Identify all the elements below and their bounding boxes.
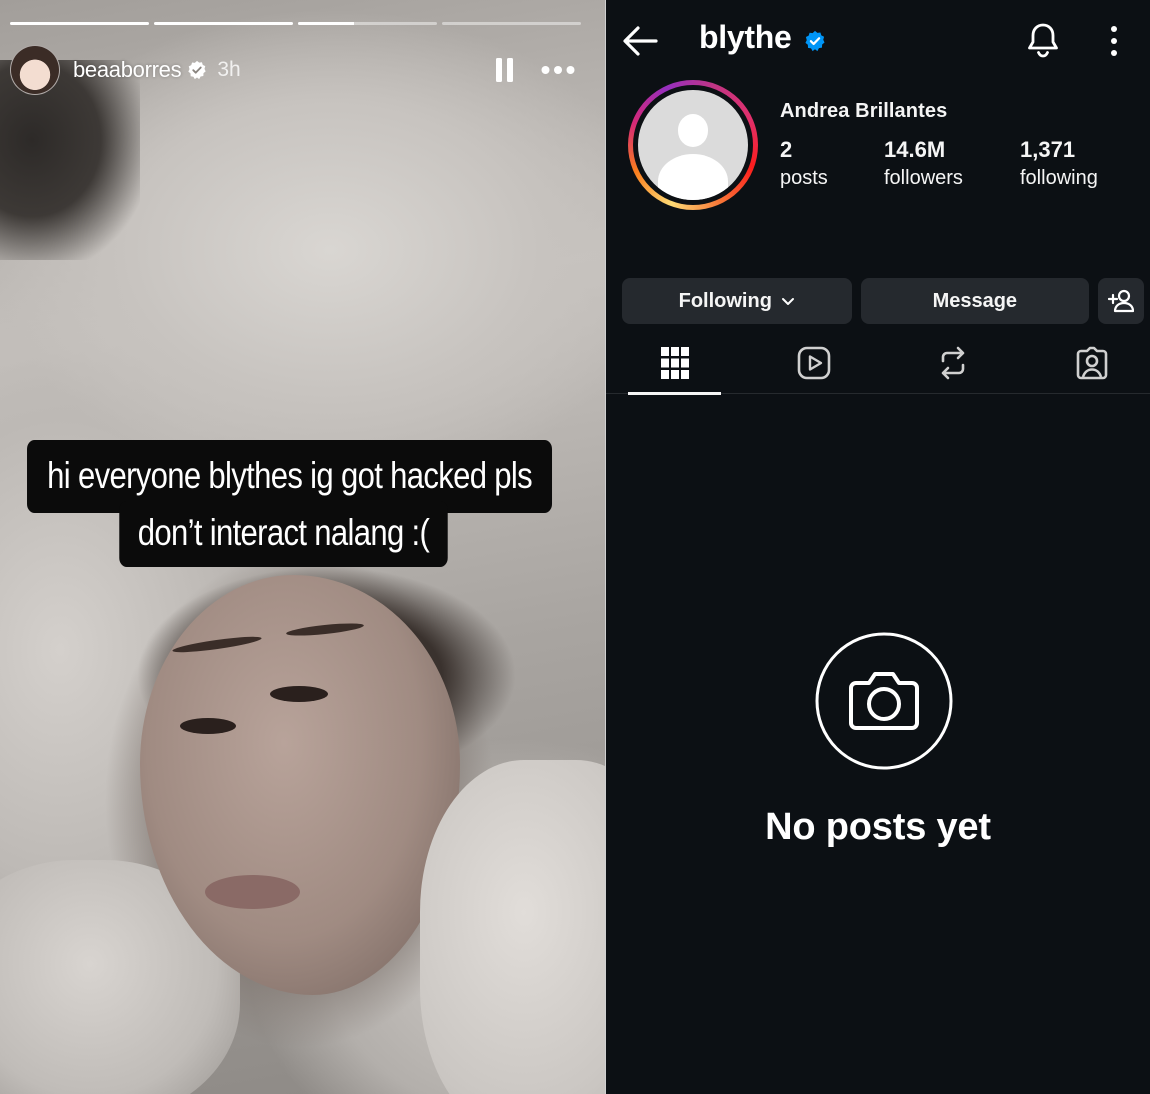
chevron-down-icon [781, 298, 794, 305]
following-button[interactable]: Following [622, 278, 852, 324]
stat-followers-count: 14.6M [884, 137, 946, 162]
verified-badge-icon [805, 30, 825, 52]
stat-followers[interactable]: 14.6M followers [884, 137, 963, 193]
story-photo-eye-left [180, 718, 236, 734]
reposts-icon [941, 346, 964, 380]
profile-actions: Following Message [622, 278, 1144, 324]
profile-view: blythe Andrea Brillantes 2 posts 14.6M f… [606, 0, 1150, 1094]
avatar-head [677, 114, 709, 148]
progress-fill [154, 22, 293, 25]
caption-line-2: don’t interact nalang :( [119, 501, 448, 567]
profile-tabs [606, 332, 1150, 395]
story-avatar[interactable] [10, 45, 60, 95]
story-photo-pillow-right [420, 760, 605, 1094]
tagged-icon [1076, 346, 1107, 380]
story-username[interactable]: beaaborres [73, 57, 182, 83]
following-button-label: Following [678, 289, 772, 312]
stat-following[interactable]: 1,371 following [1020, 137, 1098, 193]
tab-reels[interactable] [767, 332, 860, 394]
avatar-inner [633, 85, 753, 205]
tab-posts-grid[interactable] [628, 332, 721, 395]
story-photo-eye-right [270, 686, 328, 702]
story-progress-segment [442, 22, 581, 25]
story-progress-bar [10, 22, 581, 25]
camera-icon [815, 632, 953, 770]
story-progress-segment [154, 22, 293, 25]
grid-icon [660, 347, 689, 379]
add-person-icon [1108, 289, 1135, 313]
avatar-body [657, 153, 729, 200]
pause-icon[interactable] [495, 57, 515, 83]
default-avatar-icon [638, 90, 748, 200]
stat-following-label: following [1020, 167, 1098, 189]
story-timestamp: 3h [217, 58, 241, 81]
empty-state-text: No posts yet [765, 806, 991, 848]
stat-followers-label: followers [884, 167, 963, 189]
progress-fill [298, 22, 354, 25]
progress-fill [10, 22, 149, 25]
tab-tagged[interactable] [1045, 332, 1138, 394]
story-header: beaaborres 3h [10, 44, 575, 96]
story-progress-segment [10, 22, 149, 25]
message-button-label: Message [932, 289, 1018, 312]
stat-posts-label: posts [780, 167, 828, 189]
story-view[interactable]: beaaborres 3h hi everyone blythes ig got… [0, 0, 605, 1094]
story-photo-lips [205, 875, 300, 909]
story-caption: hi everyone blythes ig got hacked pls do… [0, 440, 605, 567]
display-name: Andrea Brillantes [780, 100, 948, 122]
reels-icon [797, 346, 830, 380]
stat-following-count: 1,371 [1020, 137, 1076, 162]
verified-badge-icon [188, 60, 206, 80]
profile-username: blythe [699, 19, 792, 55]
stat-posts-count: 2 [780, 137, 793, 162]
stat-posts[interactable]: 2 posts [780, 137, 828, 193]
more-horizontal-icon[interactable] [541, 65, 575, 75]
suggested-users-button[interactable] [1098, 278, 1144, 324]
story-progress-segment [298, 22, 437, 25]
profile-top-bar: blythe [606, 0, 1150, 82]
profile-avatar[interactable] [628, 80, 758, 210]
tab-reposts[interactable] [906, 332, 999, 394]
bell-icon[interactable] [1026, 22, 1060, 58]
more-vertical-icon[interactable] [1102, 24, 1126, 58]
message-button[interactable]: Message [860, 278, 1090, 324]
back-arrow-icon[interactable] [622, 24, 658, 58]
story-controls [495, 57, 575, 83]
